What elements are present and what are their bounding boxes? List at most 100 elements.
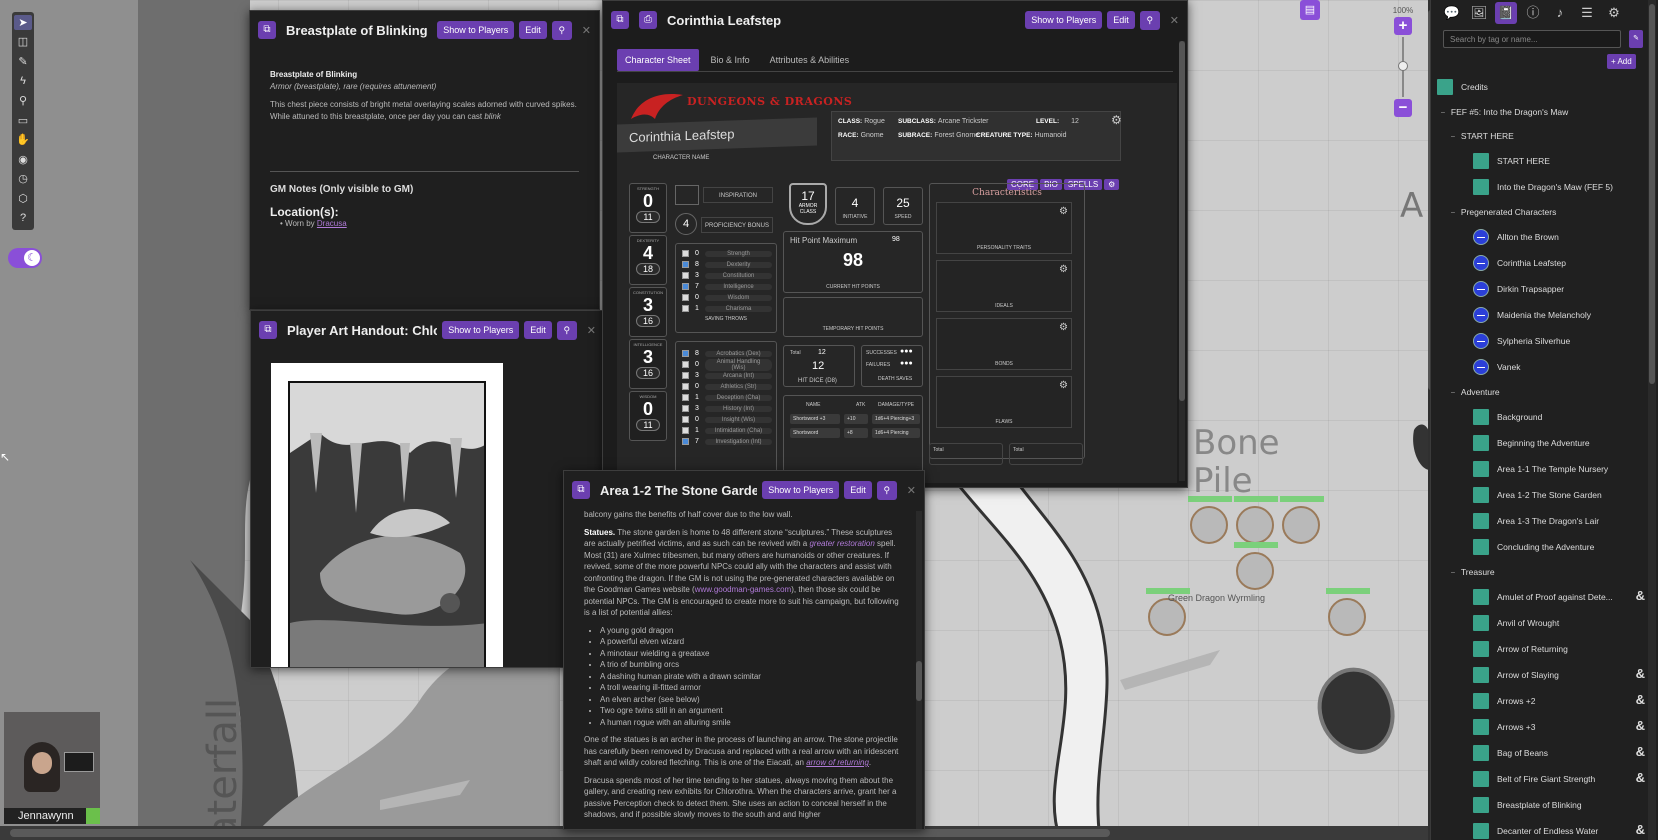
skill-proficiency-checkbox[interactable]: [682, 361, 689, 368]
fog-tool-icon[interactable]: ◉: [14, 152, 32, 167]
success-checkboxes[interactable]: ●●●: [900, 348, 913, 355]
show-to-players-button[interactable]: Show to Players: [442, 321, 520, 339]
search-icon[interactable]: ⚲: [876, 480, 897, 500]
journal-handout[interactable]: Anvil of Wrought: [1431, 610, 1649, 636]
search-icon[interactable]: ⚲: [551, 20, 572, 40]
folder-toggle-icon[interactable]: –: [1451, 133, 1455, 140]
dice-tool-icon[interactable]: ⬡: [14, 191, 32, 206]
art-library-icon[interactable]: 🖼: [1468, 2, 1490, 24]
ability-wisdom[interactable]: WISDOM 0 11: [629, 391, 667, 441]
tab-attributes-abilities[interactable]: Attributes & Abilities: [762, 49, 858, 71]
skill-roll-button[interactable]: Arcana (Int): [705, 372, 772, 379]
print-icon[interactable]: ⎙: [639, 11, 657, 29]
save-roll-button[interactable]: Wisdom: [705, 294, 772, 301]
sheet-gear-icon[interactable]: ⚙: [1104, 179, 1120, 190]
goodman-games-link[interactable]: www.goodman-games.com: [695, 585, 791, 594]
character-name-field[interactable]: Corinthia Leafstep: [617, 117, 817, 153]
popout-icon[interactable]: ⧉: [611, 11, 629, 29]
zoom-tool-icon[interactable]: ⚲: [14, 93, 32, 108]
select-tool-icon[interactable]: ➤: [14, 15, 32, 30]
macros-icon[interactable]: ☰: [1576, 2, 1598, 24]
journal-handout[interactable]: Background: [1431, 404, 1649, 430]
search-icon[interactable]: ⚲: [556, 320, 577, 340]
save-roll-button[interactable]: Constitution: [705, 272, 772, 279]
save-roll-button[interactable]: Intelligence: [705, 283, 772, 290]
attack-damage[interactable]: 1d6+4 Piercing: [872, 428, 920, 438]
journal-character[interactable]: Dirkin Trapsapper: [1431, 276, 1649, 302]
skill-roll-button[interactable]: Insight (Wis): [705, 416, 772, 423]
speed[interactable]: 25 SPEED: [883, 187, 923, 225]
layers-tool-icon[interactable]: ◫: [14, 35, 32, 50]
journal-handout[interactable]: Area 1-2 The Stone Garden: [1431, 482, 1649, 508]
attack-name[interactable]: Shortsword +3: [790, 414, 840, 424]
failure-checkboxes[interactable]: ●●●: [900, 360, 913, 367]
skill-proficiency-checkbox[interactable]: [682, 372, 689, 379]
turn-tracker-icon[interactable]: ◷: [14, 171, 32, 186]
armor-class[interactable]: 17 ARMOR CLASS: [789, 183, 827, 225]
close-icon[interactable]: ✕: [1170, 14, 1179, 27]
close-icon[interactable]: ✕: [587, 324, 596, 337]
journal-handout[interactable]: Belt of Fire Giant Strength &: [1431, 766, 1649, 792]
creature-type-field[interactable]: CREATURE TYPE: Humanoid: [976, 132, 1067, 139]
draw-tool-icon[interactable]: ✎: [14, 54, 32, 69]
attack-damage[interactable]: 1d6+4 Piercing+3: [872, 414, 920, 424]
temp-hp-box[interactable]: TEMPORARY HIT POINTS: [783, 297, 923, 337]
skill-roll-button[interactable]: Deception (Cha): [705, 394, 772, 401]
save-roll-button[interactable]: Charisma: [705, 305, 772, 312]
journal-handout[interactable]: Concluding the Adventure: [1431, 534, 1649, 560]
sidebar-scrollbar[interactable]: [1648, 0, 1656, 840]
journal-handout[interactable]: Arrow of Returning: [1431, 636, 1649, 662]
journal-handout[interactable]: Breastplate of Blinking: [1431, 792, 1649, 818]
journal-search-input[interactable]: [1443, 30, 1621, 48]
skill-roll-button[interactable]: Acrobatics (Dex): [705, 350, 772, 357]
journal-handout[interactable]: Arrow of Slaying &: [1431, 662, 1649, 688]
gear-icon[interactable]: ⚙: [1059, 322, 1068, 333]
skill-roll-button[interactable]: Investigation (Int): [705, 438, 772, 445]
journal-handout[interactable]: START HERE: [1431, 148, 1649, 174]
map-token[interactable]: [1280, 496, 1324, 544]
skill-proficiency-checkbox[interactable]: [682, 427, 689, 434]
folder-toggle-icon[interactable]: –: [1451, 209, 1455, 216]
ability-intelligence[interactable]: INTELLIGENCE 3 16: [629, 339, 667, 389]
skill-proficiency-checkbox[interactable]: [682, 383, 689, 390]
edit-button[interactable]: Edit: [524, 321, 552, 339]
journal-handout[interactable]: Area 1-3 The Dragon's Lair: [1431, 508, 1649, 534]
attack-bonus[interactable]: +8: [844, 428, 868, 438]
skill-roll-button[interactable]: Animal Handling (Wis): [705, 358, 772, 371]
handout-scrollbar[interactable]: [916, 511, 922, 829]
save-roll-button[interactable]: Strength: [705, 250, 772, 257]
journal-folder[interactable]: – Treasure: [1431, 560, 1649, 584]
gear-icon[interactable]: ⚙: [1059, 264, 1068, 275]
journal-icon[interactable]: 📓: [1495, 2, 1517, 24]
edit-button[interactable]: Edit: [519, 21, 547, 39]
greater-restoration-link[interactable]: greater restoration: [809, 539, 874, 548]
class-field[interactable]: CLASS: Rogue: [838, 118, 885, 125]
journal-handout[interactable]: Area 1-1 The Temple Nursery: [1431, 456, 1649, 482]
add-button[interactable]: + Add: [1607, 54, 1636, 69]
skill-proficiency-checkbox[interactable]: [682, 416, 689, 423]
journal-handout[interactable]: Beginning the Adventure: [1431, 430, 1649, 456]
skill-proficiency-checkbox[interactable]: [682, 438, 689, 445]
save-proficiency-checkbox[interactable]: [682, 305, 689, 312]
map-token[interactable]: [1326, 588, 1370, 636]
personality-traits-field[interactable]: ⚙ PERSONALITY TRAITS: [936, 202, 1072, 254]
dialog-header[interactable]: ⧉ Area 1-2 The Stone Garden Show to Play…: [564, 471, 924, 509]
save-proficiency-checkbox[interactable]: [682, 283, 689, 290]
edit-button[interactable]: Edit: [844, 481, 872, 499]
journal-character[interactable]: Corinthia Leafstep: [1431, 250, 1649, 276]
ability-strength[interactable]: STRENGTH 0 11: [629, 183, 667, 233]
edit-button[interactable]: Edit: [1107, 11, 1135, 29]
journal-handout[interactable]: Arrows +2 &: [1431, 688, 1649, 714]
hp-current-value[interactable]: 98: [784, 250, 922, 271]
journal-folder[interactable]: – Adventure: [1431, 380, 1649, 404]
help-tool-icon[interactable]: ?: [14, 210, 32, 225]
folder-toggle-icon[interactable]: –: [1451, 389, 1455, 396]
dialog-header[interactable]: ⧉ Breastplate of Blinking Show to Player…: [250, 11, 599, 49]
skill-proficiency-checkbox[interactable]: [682, 350, 689, 357]
save-roll-button[interactable]: Dexterity: [705, 261, 772, 268]
journal-character[interactable]: Sylpheria Silverhue: [1431, 328, 1649, 354]
journal-handout[interactable]: Arrows +3 &: [1431, 714, 1649, 740]
total-field[interactable]: Total: [929, 443, 1003, 465]
hit-points-box[interactable]: Hit Point Maximum 98 98 CURRENT HIT POIN…: [783, 231, 923, 293]
journal-handout[interactable]: Decanter of Endless Water &: [1431, 818, 1649, 840]
